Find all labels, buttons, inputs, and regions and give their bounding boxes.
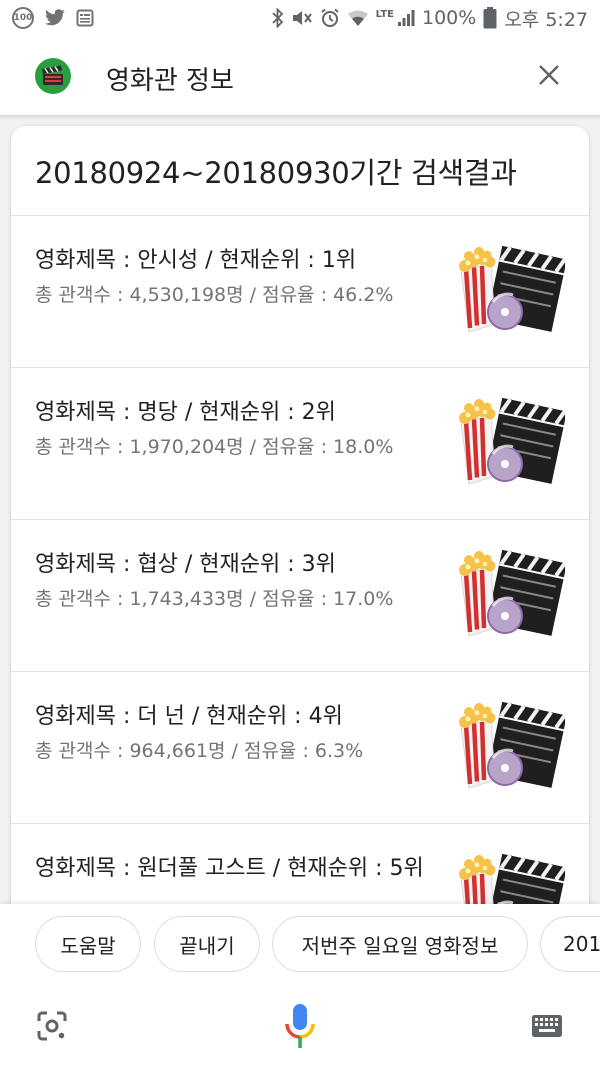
movie-title-rank: 영화제목 : 협상 / 현재순위 : 3위	[35, 552, 336, 577]
status-bar: 100 LTE 100% 오후 5:27	[0, 0, 600, 36]
clock: 오후 5:27	[504, 8, 588, 31]
close-button[interactable]	[534, 60, 564, 90]
twitter-icon	[44, 9, 66, 27]
signal-icon	[397, 9, 415, 27]
list-item[interactable]: 영화제목 : 협상 / 현재순위 : 3위 총 관객수 : 1,743,433명…	[11, 520, 589, 672]
wifi-icon	[347, 9, 369, 27]
results-card: 20180924~20180930기간 검색결과 영화제목 : 안시성 / 현재…	[11, 126, 589, 926]
mic-button[interactable]	[283, 1002, 317, 1050]
movie-title-rank: 영화제목 : 명당 / 현재순위 : 2위	[35, 400, 336, 425]
list-item[interactable]: 영화제목 : 안시성 / 현재순위 : 1위 총 관객수 : 4,530,198…	[11, 216, 589, 368]
movie-audience-share: 총 관객수 : 4,530,198명 / 점유율 : 46.2%	[35, 284, 394, 306]
movie-popcorn-thumbnail	[457, 694, 567, 798]
suggestion-chips-bar: 도움말 끝내기 저번주 일요일 영화정보 201	[0, 904, 600, 984]
movie-title-rank: 영화제목 : 원더풀 고스트 / 현재순위 : 5위	[35, 856, 424, 881]
movie-audience-share: 총 관객수 : 1,970,204명 / 점유율 : 18.0%	[35, 436, 394, 458]
chip-date-partial[interactable]: 201	[540, 916, 600, 972]
lens-button[interactable]	[36, 1010, 68, 1042]
assistant-bottom-bar	[0, 984, 600, 1067]
chip-last-sunday-movies[interactable]: 저번주 일요일 영화정보	[272, 916, 528, 972]
status-left-icons: 100	[12, 7, 94, 29]
status-right-icons: LTE 100% 오후 5:27	[271, 5, 588, 32]
battery-icon	[483, 7, 497, 29]
movie-audience-share: 총 관객수 : 1,743,433명 / 점유율 : 17.0%	[35, 588, 394, 610]
chip-help[interactable]: 도움말	[35, 916, 141, 972]
movie-title-rank: 영화제목 : 안시성 / 현재순위 : 1위	[35, 248, 357, 273]
alarm-icon	[320, 8, 340, 28]
movie-popcorn-thumbnail	[457, 238, 567, 342]
lens-icon	[37, 1011, 67, 1041]
list-item[interactable]: 영화제목 : 더 넌 / 현재순위 : 4위 총 관객수 : 964,661명 …	[11, 672, 589, 824]
app-header: 영화관 정보	[0, 36, 600, 116]
movie-title-rank: 영화제목 : 더 넌 / 현재순위 : 4위	[35, 704, 343, 729]
mic-icon	[285, 1004, 315, 1048]
news-icon	[76, 9, 94, 27]
lte-label: LTE	[375, 8, 394, 20]
movie-popcorn-thumbnail	[457, 390, 567, 494]
movie-popcorn-thumbnail	[457, 542, 567, 646]
notification-count-badge: 100	[12, 7, 34, 29]
close-icon	[539, 65, 559, 85]
page-title: 영화관 정보	[106, 66, 234, 96]
bluetooth-icon	[271, 8, 284, 28]
movie-audience-share: 총 관객수 : 964,661명 / 점유율 : 6.3%	[35, 740, 364, 762]
battery-percent: 100%	[422, 7, 477, 29]
keyboard-button[interactable]	[531, 1014, 563, 1038]
mute-icon	[291, 9, 313, 27]
list-item[interactable]: 영화제목 : 명당 / 현재순위 : 2위 총 관객수 : 1,970,204명…	[11, 368, 589, 520]
results-title: 20180924~20180930기간 검색결과	[11, 126, 589, 216]
keyboard-icon	[532, 1015, 562, 1037]
movie-clapper-icon	[35, 58, 71, 94]
chip-exit[interactable]: 끝내기	[154, 916, 260, 972]
